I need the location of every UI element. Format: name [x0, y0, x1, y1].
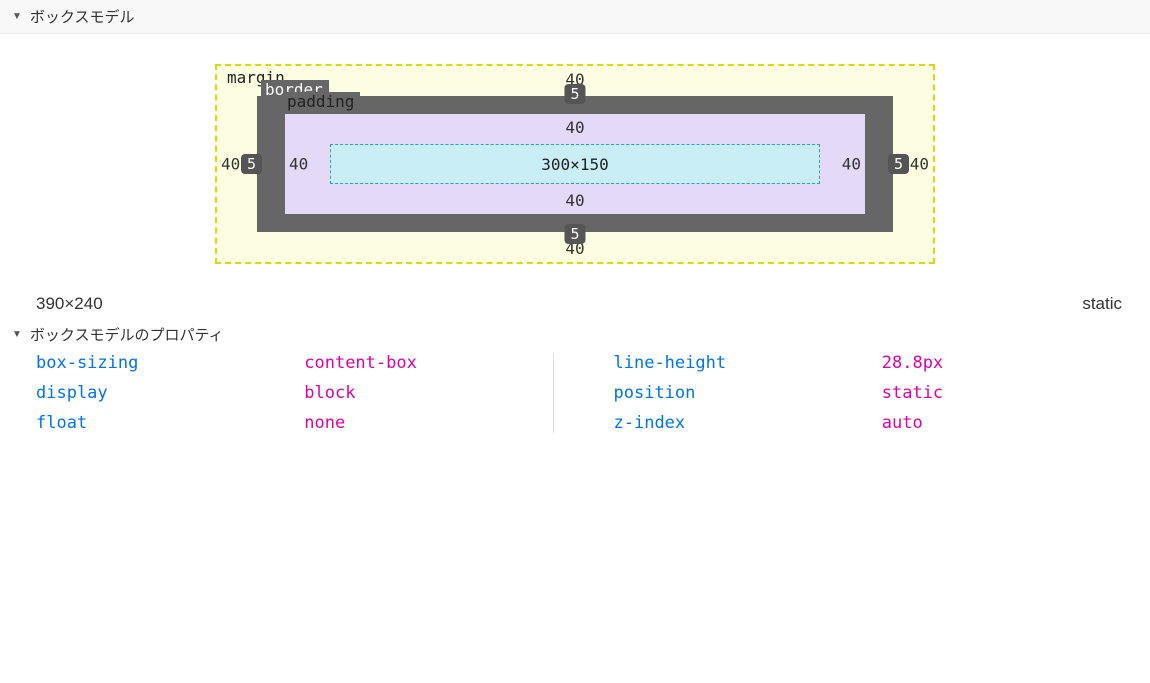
prop-value: auto: [882, 413, 1130, 433]
border-top-value[interactable]: 5: [564, 84, 585, 104]
prop-name: z-index: [614, 413, 862, 433]
padding-label: padding: [283, 92, 360, 113]
prop-value: static: [882, 383, 1130, 403]
prop-name: display: [36, 383, 284, 403]
border-region[interactable]: border 5 5 5 5 padding 40 40 40 40 300×1…: [257, 96, 893, 232]
border-bottom-value[interactable]: 5: [564, 224, 585, 244]
border-left-value[interactable]: 5: [241, 154, 262, 174]
margin-region[interactable]: margin 40 40 40 40 border 5 5 5 5 paddin…: [215, 64, 935, 264]
boxmodel-summary: 390×240 static: [0, 284, 1150, 320]
prop-name: box-sizing: [36, 353, 284, 373]
border-right-value[interactable]: 5: [888, 154, 909, 174]
padding-left-value[interactable]: 40: [289, 155, 308, 174]
boxmodel-properties-title: ボックスモデルのプロパティ: [30, 324, 224, 345]
padding-bottom-value[interactable]: 40: [565, 191, 584, 210]
boxmodel-properties: box-sizing content-box display block flo…: [0, 353, 1150, 463]
prop-value: content-box: [304, 353, 552, 373]
boxmodel-properties-header[interactable]: ▼ ボックスモデルのプロパティ: [0, 320, 1150, 353]
padding-top-value[interactable]: 40: [565, 118, 584, 137]
margin-right-value[interactable]: 40: [910, 155, 929, 174]
boxmodel-diagram: margin 40 40 40 40 border 5 5 5 5 paddin…: [0, 34, 1150, 284]
element-position-value: static: [1082, 294, 1122, 314]
prop-name: float: [36, 413, 284, 433]
prop-value: block: [304, 383, 552, 403]
padding-region[interactable]: padding 40 40 40 40 300×150: [285, 114, 865, 214]
prop-name: line-height: [614, 353, 862, 373]
boxmodel-section-title: ボックスモデル: [30, 6, 135, 27]
margin-left-value[interactable]: 40: [221, 155, 240, 174]
prop-value: 28.8px: [882, 353, 1130, 373]
padding-right-value[interactable]: 40: [842, 155, 861, 174]
props-column-right: line-height 28.8px position static z-ind…: [553, 353, 1131, 433]
twisty-down-icon: ▼: [12, 11, 22, 22]
content-size: 300×150: [541, 155, 608, 174]
boxmodel-section-header[interactable]: ▼ ボックスモデル: [0, 0, 1150, 34]
prop-value: none: [304, 413, 552, 433]
props-column-left: box-sizing content-box display block flo…: [36, 353, 553, 433]
content-region[interactable]: 300×150: [330, 144, 820, 184]
twisty-down-icon: ▼: [12, 329, 22, 340]
element-size: 390×240: [36, 294, 103, 314]
prop-name: position: [614, 383, 862, 403]
